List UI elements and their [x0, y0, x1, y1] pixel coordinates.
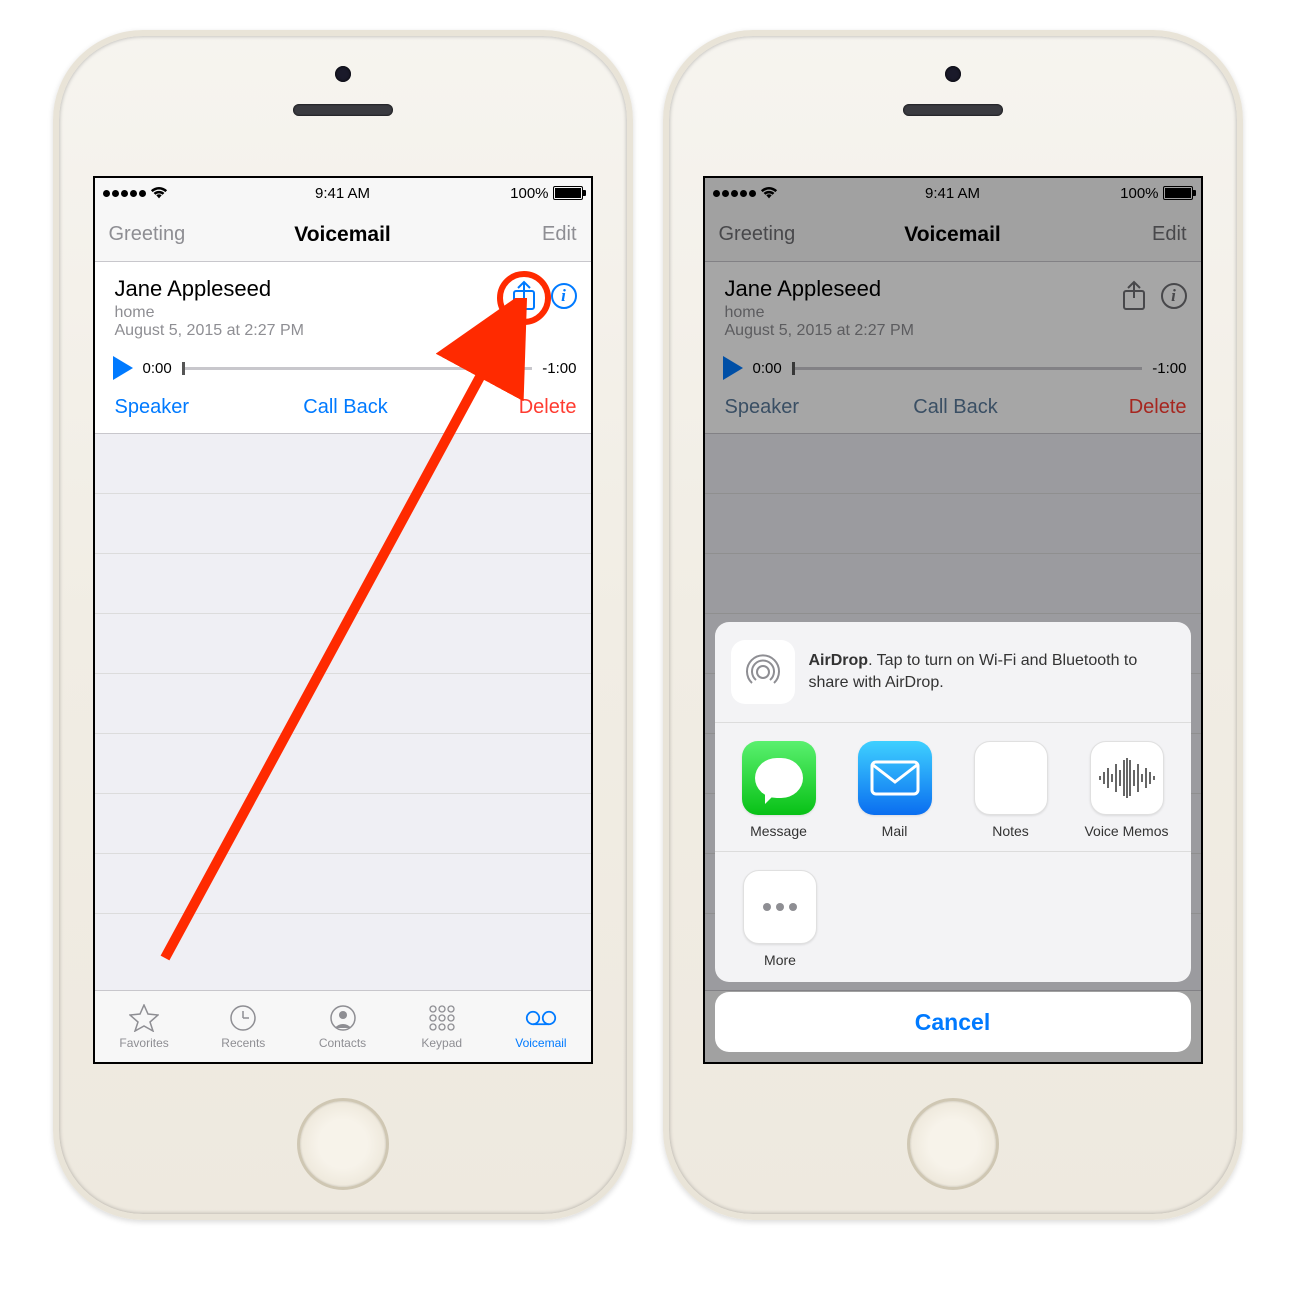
voicemail-card: Jane Appleseed home August 5, 2015 at 2:…	[95, 262, 591, 434]
voicemail-label: home	[115, 304, 511, 322]
play-button[interactable]	[113, 356, 133, 380]
screen-left: 9:41 AM 100% Greeting Voicemail Edit Jan…	[93, 176, 593, 1064]
wifi-icon	[150, 186, 168, 200]
mail-app-label: Mail	[882, 823, 908, 839]
share-more[interactable]: More	[723, 870, 838, 968]
contact-icon	[327, 1003, 359, 1033]
share-actions-row: More	[715, 852, 1191, 982]
progress-slider[interactable]	[182, 367, 533, 370]
camera-dot-icon	[335, 66, 351, 82]
voicemail-icon	[525, 1003, 557, 1033]
voicememos-app-label: Voice Memos	[1084, 823, 1168, 839]
star-icon	[128, 1003, 160, 1033]
notes-app-label: Notes	[992, 823, 1029, 839]
hardware-top	[669, 66, 1237, 116]
screen-right: 9:41 AM 100% Greeting Voicemail Edit Jan…	[703, 176, 1203, 1064]
voicemail-caller-name: Jane Appleseed	[115, 276, 511, 302]
speaker-slit-icon	[903, 104, 1003, 116]
voicemail-date: August 5, 2015 at 2:27 PM	[115, 322, 511, 340]
iphone-device-left: 9:41 AM 100% Greeting Voicemail Edit Jan…	[53, 30, 633, 1220]
airdrop-icon	[731, 640, 795, 704]
clock-icon	[227, 1003, 259, 1033]
share-apps-row: Message Mail Notes	[715, 723, 1191, 852]
airdrop-bold: AirDrop	[809, 652, 869, 669]
page-title: Voicemail	[294, 223, 391, 247]
tab-bar: Favorites Recents Contacts Keypad Voicem…	[95, 990, 591, 1062]
tab-voicemail[interactable]: Voicemail	[491, 991, 590, 1062]
message-app-label: Message	[750, 823, 807, 839]
tab-keypad[interactable]: Keypad	[392, 991, 491, 1062]
tab-voicemail-label: Voicemail	[515, 1036, 566, 1050]
voicememos-app-icon	[1090, 741, 1164, 815]
greeting-button[interactable]: Greeting	[109, 223, 295, 246]
tab-contacts-label: Contacts	[319, 1036, 366, 1050]
battery-icon	[553, 186, 583, 200]
iphone-device-right: 9:41 AM 100% Greeting Voicemail Edit Jan…	[663, 30, 1243, 1220]
more-icon	[743, 870, 817, 944]
hardware-top	[59, 66, 627, 116]
tab-contacts[interactable]: Contacts	[293, 991, 392, 1062]
playback-row: 0:00 -1:00	[95, 346, 591, 388]
airdrop-row[interactable]: AirDrop. Tap to turn on Wi-Fi and Blueto…	[715, 622, 1191, 723]
cancel-button[interactable]: Cancel	[715, 992, 1191, 1052]
more-label: More	[764, 952, 796, 968]
airdrop-text: AirDrop. Tap to turn on Wi-Fi and Blueto…	[809, 650, 1175, 693]
time-current: 0:00	[143, 360, 172, 377]
camera-dot-icon	[945, 66, 961, 82]
battery-percent: 100%	[510, 185, 548, 202]
share-app-message[interactable]: Message	[723, 741, 835, 839]
share-app-notes[interactable]: Notes	[955, 741, 1067, 839]
info-icon[interactable]: i	[551, 283, 577, 309]
tab-favorites-label: Favorites	[119, 1036, 168, 1050]
status-bar: 9:41 AM 100%	[95, 178, 591, 208]
status-time: 9:41 AM	[315, 185, 370, 202]
tab-recents[interactable]: Recents	[194, 991, 293, 1062]
tab-recents-label: Recents	[221, 1036, 265, 1050]
share-sheet-panel: AirDrop. Tap to turn on Wi-Fi and Blueto…	[715, 622, 1191, 982]
message-app-icon	[742, 741, 816, 815]
share-app-mail[interactable]: Mail	[839, 741, 951, 839]
notes-app-icon	[974, 741, 1048, 815]
tab-favorites[interactable]: Favorites	[95, 991, 194, 1062]
callback-button[interactable]: Call Back	[269, 396, 423, 419]
tab-keypad-label: Keypad	[421, 1036, 462, 1050]
share-app-voicememos[interactable]: Voice Memos	[1071, 741, 1183, 839]
delete-button[interactable]: Delete	[423, 396, 577, 419]
nav-bar: Greeting Voicemail Edit	[95, 208, 591, 262]
home-button[interactable]	[297, 1098, 389, 1190]
share-sheet: AirDrop. Tap to turn on Wi-Fi and Blueto…	[715, 622, 1191, 1052]
share-icon[interactable]	[511, 280, 537, 312]
home-button[interactable]	[907, 1098, 999, 1190]
speaker-button[interactable]: Speaker	[115, 396, 269, 419]
empty-list	[95, 434, 591, 914]
keypad-icon	[426, 1003, 458, 1033]
time-remaining: -1:00	[542, 360, 576, 377]
speaker-slit-icon	[293, 104, 393, 116]
signal-dots-icon	[103, 190, 146, 197]
edit-button[interactable]: Edit	[391, 223, 577, 246]
mail-app-icon	[858, 741, 932, 815]
